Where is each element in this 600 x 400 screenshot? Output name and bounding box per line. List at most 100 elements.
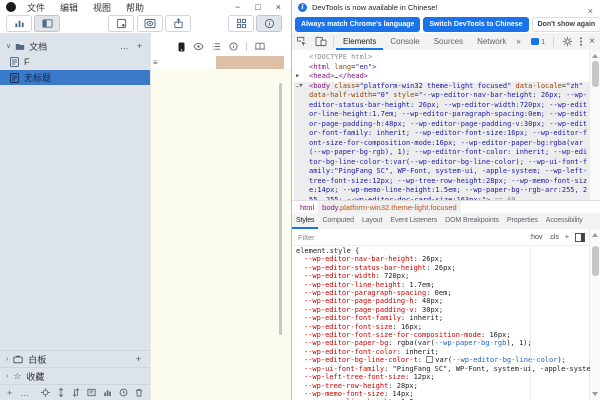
history-icon[interactable]: [119, 388, 128, 397]
expand-arrow-icon[interactable]: ▶: [294, 72, 309, 82]
css-declaration-4[interactable]: --wp-editor-paragraph-spacing: 0em;: [292, 289, 590, 297]
add-doc-button[interactable]: +: [137, 41, 142, 51]
class-toggle-button[interactable]: .cls: [548, 234, 559, 241]
info-icon[interactable]: [256, 15, 282, 32]
tab-event-listeners[interactable]: Event Listeners: [386, 213, 441, 229]
info-icon[interactable]: [229, 42, 238, 51]
book-icon[interactable]: [255, 42, 265, 51]
share-icon[interactable]: [165, 15, 191, 32]
more-button[interactable]: …: [20, 388, 29, 398]
tab-console[interactable]: Console: [383, 34, 426, 50]
nav-burger-icon[interactable]: ≡: [153, 58, 158, 67]
css-declaration-5[interactable]: --wp-editor-page-padding-h: 48px;: [292, 297, 590, 305]
css-declaration-14[interactable]: --wp-left-tree-font-size: 12px;: [292, 373, 590, 381]
close-icon[interactable]: ×: [588, 7, 593, 16]
menu-item-1[interactable]: 编辑: [60, 1, 78, 14]
doc-item-0[interactable]: F: [0, 54, 150, 69]
more-button[interactable]: …: [120, 41, 129, 51]
add-button[interactable]: +: [7, 388, 12, 398]
css-var-link[interactable]: --wp-paper-bg-rgb: [435, 339, 507, 347]
tab-network[interactable]: Network: [470, 34, 513, 50]
close-button[interactable]: ×: [276, 2, 281, 12]
dom-tree-line-1[interactable]: <html lang="en">: [294, 63, 589, 73]
tab-accessibility[interactable]: Accessibility: [542, 213, 587, 229]
issues-badge[interactable]: 1: [531, 37, 545, 46]
styles-scrollbar[interactable]: [589, 229, 600, 400]
more-tabs-button[interactable]: »: [513, 37, 523, 46]
css-declaration-1[interactable]: --wp-editor-status-bar-height: 26px;: [292, 264, 590, 272]
css-declaration-8[interactable]: --wp-editor-font-size: 16px;: [292, 323, 590, 331]
scroll-down-arrow[interactable]: [592, 392, 598, 396]
preview-eye-icon[interactable]: [137, 15, 163, 32]
css-declaration-2[interactable]: --wp-editor-width: 720px;: [292, 272, 590, 280]
kebab-icon[interactable]: [579, 36, 583, 47]
sidebar-toggle-icon[interactable]: [34, 15, 60, 32]
tab-elements[interactable]: Elements: [336, 34, 383, 50]
inspect-element-icon[interactable]: [292, 36, 311, 47]
eye-icon[interactable]: [193, 42, 204, 51]
hover-state-button[interactable]: :hov: [529, 234, 542, 241]
scrollbar-thumb[interactable]: [592, 246, 599, 276]
tab-layout[interactable]: Layout: [358, 213, 386, 229]
apps-grid-icon[interactable]: [228, 15, 254, 32]
css-declaration-9[interactable]: --wp-editor-font-size-for-composition-mo…: [292, 331, 590, 339]
doc-item-1[interactable]: 无标题: [0, 70, 150, 85]
dom-tree-line-3[interactable]: …▼<body class="platform-win32 theme-ligh…: [294, 82, 589, 201]
css-declaration-13[interactable]: --wp-ui-font-family: "PingFang SC", WP-F…: [292, 365, 590, 373]
css-var-link[interactable]: --wp-editor-bg-line-color: [452, 356, 557, 364]
dom-tree-line-2[interactable]: ▶<head>…</head>: [294, 72, 589, 82]
add-whiteboard-button[interactable]: +: [136, 354, 141, 364]
outline-icon[interactable]: [212, 42, 221, 51]
expand-icon[interactable]: [57, 388, 65, 397]
chevron-right-icon[interactable]: ›: [6, 356, 8, 363]
css-declaration-12[interactable]: --wp-editor-bg-line-color-t: var(--wp-ed…: [292, 356, 590, 364]
maximize-button[interactable]: □: [255, 2, 260, 12]
locate-icon[interactable]: [41, 388, 50, 397]
css-declaration-0[interactable]: --wp-editor-nav-bar-height: 26px;: [292, 255, 590, 263]
scroll-up-arrow[interactable]: [592, 233, 598, 237]
editor-scrollbar-thumb[interactable]: [279, 83, 282, 335]
elements-scrollbar[interactable]: [589, 50, 600, 200]
menu-item-2[interactable]: 视图: [93, 1, 111, 14]
style-rule-selector[interactable]: element.style {: [292, 247, 590, 255]
app-logo[interactable]: [6, 2, 16, 12]
css-declaration-15[interactable]: --wp-tree-row-height: 28px;: [292, 382, 590, 390]
mobile-icon[interactable]: [178, 42, 185, 52]
stats-icon[interactable]: [6, 15, 32, 32]
dom-tree-line-0[interactable]: <!DOCTYPE html>: [294, 53, 589, 63]
chevron-down-icon[interactable]: ∨: [6, 42, 11, 50]
chevron-right-icon[interactable]: ›: [6, 373, 8, 380]
css-declaration-3[interactable]: --wp-editor-line-height: 1.7em;: [292, 281, 590, 289]
css-declaration-6[interactable]: --wp-editor-page-padding-v: 30px;: [292, 306, 590, 314]
gear-icon[interactable]: [562, 36, 573, 47]
color-swatch[interactable]: [426, 356, 433, 363]
favorites-section[interactable]: › ☆ 收藏: [0, 367, 150, 384]
trash-icon[interactable]: [135, 388, 143, 397]
tab-sources[interactable]: Sources: [427, 34, 470, 50]
scrollbar-thumb[interactable]: [592, 61, 599, 87]
chart-icon[interactable]: [103, 388, 112, 397]
css-declaration-11[interactable]: --wp-editor-font-color: inherit;: [292, 348, 590, 356]
menu-item-3[interactable]: 帮助: [126, 1, 144, 14]
filter-input[interactable]: Filter: [292, 233, 315, 242]
device-toolbar-icon[interactable]: [311, 36, 331, 47]
tab-properties[interactable]: Properties: [503, 213, 542, 229]
css-declaration-10[interactable]: --wp-editor-paper-bg: rgba(var(--wp-pape…: [292, 339, 590, 347]
minimize-button[interactable]: −: [235, 2, 240, 12]
close-icon[interactable]: ×: [589, 37, 595, 47]
infobar-button-0[interactable]: Always match Chrome's language: [295, 17, 420, 32]
docs-section-header[interactable]: ∨ 文档 … +: [0, 39, 150, 53]
tab-styles[interactable]: Styles: [292, 213, 318, 229]
board-icon[interactable]: [87, 388, 96, 397]
css-declaration-16[interactable]: --wp-memo-font-size: 14px;: [292, 390, 590, 398]
snapshot-icon[interactable]: [108, 15, 134, 32]
new-rule-button[interactable]: +: [565, 234, 569, 241]
menu-item-0[interactable]: 文件: [27, 1, 45, 14]
css-declaration-7[interactable]: --wp-editor-font-family: inherit;: [292, 314, 590, 322]
editor-page[interactable]: [151, 69, 292, 400]
expand-arrow-icon[interactable]: …▼: [294, 82, 309, 201]
infobar-button-1[interactable]: Switch DevTools to Chinese: [423, 17, 528, 32]
move-icon[interactable]: [72, 388, 80, 397]
dom-tree[interactable]: <!DOCTYPE html><html lang="en">▶<head>…<…: [292, 50, 600, 200]
scroll-up-arrow[interactable]: [592, 54, 598, 58]
